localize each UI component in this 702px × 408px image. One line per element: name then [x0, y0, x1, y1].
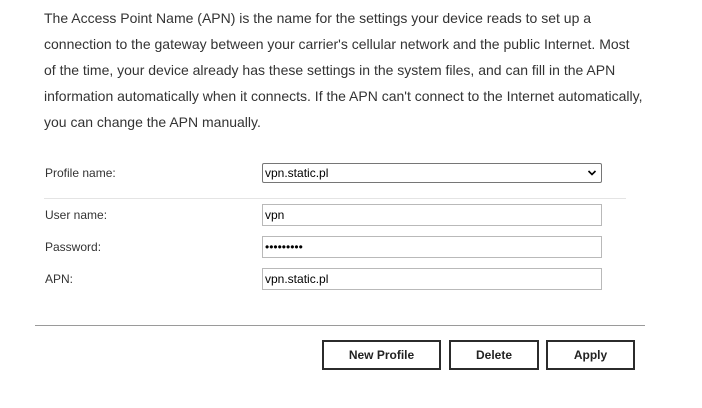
- description-line: The Access Point Name (APN) is the name …: [44, 10, 592, 26]
- user-name-input[interactable]: [262, 204, 602, 226]
- profile-name-select[interactable]: vpn.static.pl: [262, 163, 602, 183]
- apn-label: APN:: [45, 272, 74, 286]
- description-line: information automatically when it connec…: [44, 88, 643, 104]
- description-line: of the time, your device already has the…: [44, 62, 616, 78]
- password-label: Password:: [45, 240, 102, 254]
- description-line: you can change the APN manually.: [44, 114, 261, 130]
- apn-description: The Access Point Name (APN) is the name …: [44, 5, 654, 135]
- section-divider: [44, 198, 626, 199]
- delete-button[interactable]: Delete: [449, 340, 539, 370]
- profile-name-value: vpn.static.pl: [265, 166, 329, 180]
- user-name-label: User name:: [45, 208, 108, 222]
- footer-divider: [35, 325, 645, 326]
- apply-button[interactable]: Apply: [546, 340, 635, 370]
- apn-input[interactable]: [262, 268, 602, 290]
- new-profile-button[interactable]: New Profile: [322, 340, 441, 370]
- password-input[interactable]: [262, 236, 602, 258]
- description-line: connection to the gateway between your c…: [44, 36, 630, 52]
- chevron-down-icon: [587, 170, 597, 176]
- profile-name-label: Profile name:: [45, 166, 116, 180]
